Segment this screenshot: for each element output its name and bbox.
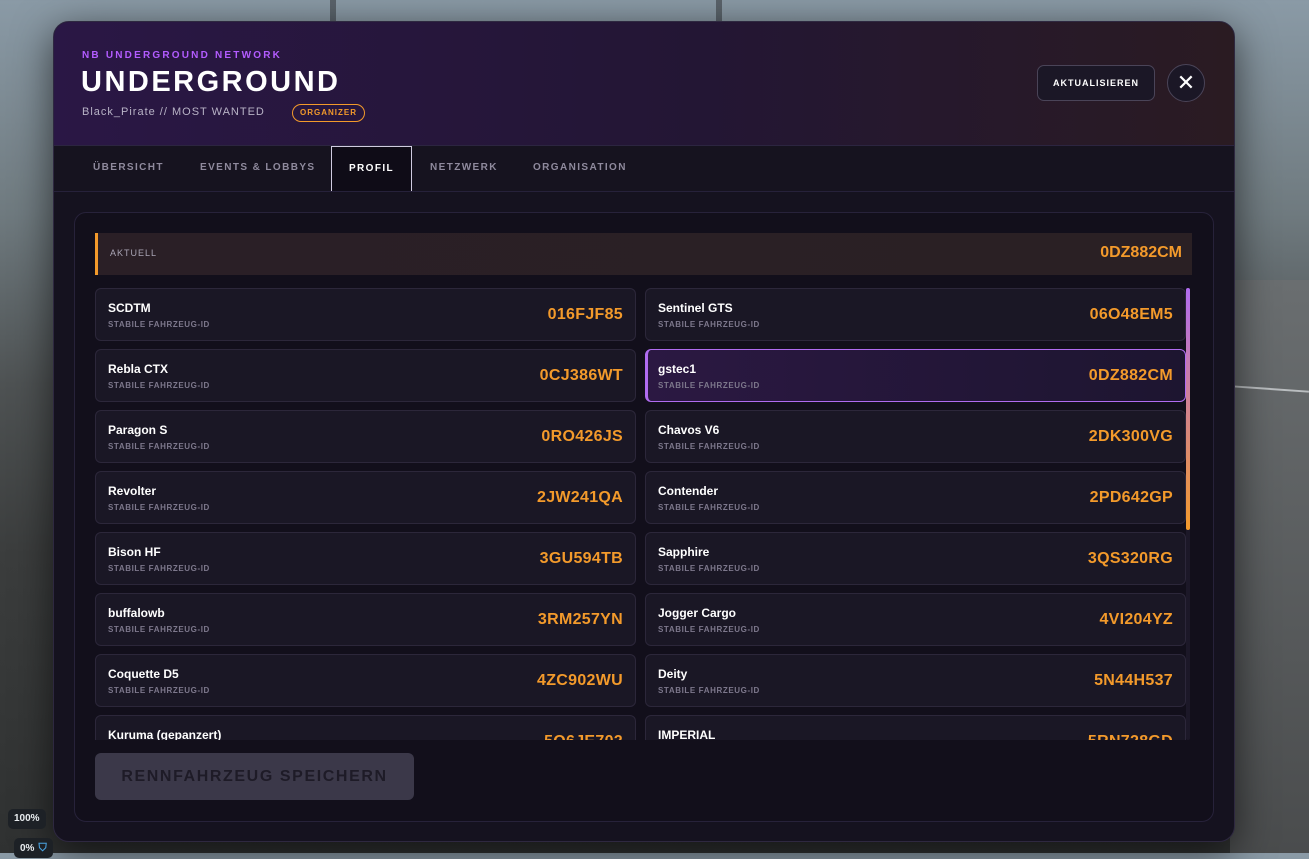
- vehicle-id-label: STABILE FAHRZEUG-ID: [108, 320, 210, 329]
- profile-content: AKTUELL 0DZ882CM SCDTM STABILE FAHRZEUG-I…: [74, 212, 1214, 822]
- hud-armor: 0% ⛉: [14, 838, 53, 858]
- vehicle-id-code: 06O48EM5: [1089, 306, 1173, 323]
- vehicle-name: Jogger Cargo: [658, 606, 737, 620]
- vehicle-id-label: STABILE FAHRZEUG-ID: [658, 381, 760, 390]
- vehicle-card[interactable]: Chavos V6 STABILE FAHRZEUG-ID 2DK300VG: [645, 410, 1186, 463]
- vehicle-name: gstec1: [658, 362, 697, 376]
- tab-uebersicht[interactable]: ÜBERSICHT: [93, 146, 164, 191]
- vehicle-id-label: STABILE FAHRZEUG-ID: [658, 320, 760, 329]
- role-badge: ORGANIZER: [292, 104, 365, 122]
- vehicle-id-code: 3GU594TB: [539, 550, 623, 567]
- vehicle-id-label: STABILE FAHRZEUG-ID: [658, 442, 760, 451]
- scrollbar-thumb[interactable]: [1186, 288, 1190, 530]
- vehicle-card[interactable]: SCDTM STABILE FAHRZEUG-ID 016FJF85: [95, 288, 636, 341]
- vehicle-card[interactable]: Bison HF STABILE FAHRZEUG-ID 3GU594TB: [95, 532, 636, 585]
- vehicle-id-label: STABILE FAHRZEUG-ID: [658, 625, 760, 634]
- vehicle-id-code: 5Q6JE702: [544, 733, 623, 740]
- shield-icon: ⛉: [38, 842, 47, 854]
- vehicle-card[interactable]: Revolter STABILE FAHRZEUG-ID 2JW241QA: [95, 471, 636, 524]
- vehicle-name: Deity: [658, 667, 688, 681]
- vehicle-card[interactable]: Deity STABILE FAHRZEUG-ID 5N44H537: [645, 654, 1186, 707]
- vehicle-name: IMPERIAL: [658, 728, 716, 740]
- vehicle-name: Contender: [658, 484, 718, 498]
- page-title: UNDERGROUND: [81, 66, 341, 98]
- vehicle-card[interactable]: Rebla CTX STABILE FAHRZEUG-ID 0CJ386WT: [95, 349, 636, 402]
- vehicle-card[interactable]: Sentinel GTS STABILE FAHRZEUG-ID 06O48EM5: [645, 288, 1186, 341]
- current-label: AKTUELL: [110, 248, 158, 258]
- vehicle-id-code: 4ZC902WU: [537, 672, 623, 689]
- tab-events-lobbys[interactable]: EVENTS & LOBBYS: [200, 146, 315, 191]
- background-road: [1230, 280, 1309, 853]
- vehicle-card[interactable]: Kuruma (gepanzert)STABILE FAHRZEUG-ID5Q6…: [95, 715, 636, 740]
- vehicle-id-code: 016FJF85: [547, 306, 623, 323]
- vehicle-card[interactable]: gstec1 STABILE FAHRZEUG-ID 0DZ882CM: [645, 349, 1186, 402]
- vehicle-name: buffalowb: [108, 606, 165, 620]
- tab-organisation[interactable]: ORGANISATION: [533, 146, 627, 191]
- hud-health: 100%: [8, 809, 46, 829]
- vehicle-id-code: 5RN728GD: [1088, 733, 1173, 740]
- vehicle-id-label: STABILE FAHRZEUG-ID: [108, 442, 210, 451]
- network-label: NB UNDERGROUND NETWORK: [82, 50, 283, 61]
- tab-netzwerk[interactable]: NETZWERK: [430, 146, 498, 191]
- underground-panel: NB UNDERGROUND NETWORK UNDERGROUND Black…: [53, 21, 1235, 842]
- vehicle-name: Paragon S: [108, 423, 168, 437]
- vehicle-id-code: 3RM257YN: [537, 611, 623, 628]
- vehicle-id-code: 0RO426JS: [541, 428, 623, 445]
- current-vehicle-id: 0DZ882CM: [1100, 244, 1182, 261]
- close-button[interactable]: ✕: [1167, 64, 1205, 102]
- current-vehicle-bar: AKTUELL 0DZ882CM: [95, 233, 1192, 275]
- vehicle-id-label: STABILE FAHRZEUG-ID: [658, 564, 760, 573]
- vehicle-list[interactable]: SCDTM STABILE FAHRZEUG-ID 016FJF85 Sentinel…: [95, 288, 1195, 740]
- vehicle-name: Sapphire: [658, 545, 710, 559]
- vehicle-name: SCDTM: [108, 301, 151, 315]
- save-race-vehicle-button[interactable]: RENNFAHRZEUG SPEICHERN: [95, 753, 414, 800]
- vehicle-id-label: STABILE FAHRZEUG-ID: [108, 503, 210, 512]
- vehicle-card[interactable]: Jogger Cargo STABILE FAHRZEUG-ID 4VI204YZ: [645, 593, 1186, 646]
- vehicle-card[interactable]: Contender STABILE FAHRZEUG-ID 2PD642GP: [645, 471, 1186, 524]
- vehicle-id-label: STABILE FAHRZEUG-ID: [658, 686, 760, 695]
- hud-armor-value: 0%: [20, 843, 35, 854]
- tab-profil[interactable]: PROFIL: [331, 146, 412, 191]
- vehicle-name: Chavos V6: [658, 423, 720, 437]
- player-subtitle: Black_Pirate // MOST WANTED: [82, 106, 265, 118]
- vehicle-id-code: 0DZ882CM: [1088, 367, 1173, 384]
- vehicle-id-label: STABILE FAHRZEUG-ID: [108, 625, 210, 634]
- close-icon: ✕: [1176, 70, 1196, 95]
- vehicle-id-code: 0CJ386WT: [539, 367, 623, 384]
- vehicle-id-code: 4VI204YZ: [1099, 611, 1173, 628]
- vehicle-id-label: STABILE FAHRZEUG-ID: [108, 686, 210, 695]
- vehicle-id-code: 5N44H537: [1094, 672, 1173, 689]
- vehicle-id-code: 2JW241QA: [537, 489, 623, 506]
- panel-header: NB UNDERGROUND NETWORK UNDERGROUND Black…: [54, 22, 1234, 146]
- vehicle-card[interactable]: Paragon S STABILE FAHRZEUG-ID 0RO426JS: [95, 410, 636, 463]
- vehicle-id-label: STABILE FAHRZEUG-ID: [108, 564, 210, 573]
- tab-bar: ÜBERSICHT EVENTS & LOBBYS PROFIL NETZWER…: [54, 146, 1234, 192]
- vehicle-card[interactable]: IMPERIALSTABILE FAHRZEUG-ID5RN728GD: [645, 715, 1186, 740]
- scrollbar-track[interactable]: [1186, 288, 1190, 740]
- vehicle-id-label: STABILE FAHRZEUG-ID: [108, 381, 210, 390]
- vehicle-name: Coquette D5: [108, 667, 179, 681]
- refresh-button[interactable]: AKTUALISIEREN: [1037, 65, 1155, 101]
- vehicle-id-code: 3QS320RG: [1087, 550, 1173, 567]
- vehicle-name: Sentinel GTS: [658, 301, 733, 315]
- vehicle-name: Bison HF: [108, 545, 161, 559]
- vehicle-name: Kuruma (gepanzert): [108, 728, 222, 740]
- vehicle-id-code: 2DK300VG: [1088, 428, 1173, 445]
- vehicle-card[interactable]: Coquette D5 STABILE FAHRZEUG-ID 4ZC902WU: [95, 654, 636, 707]
- vehicle-name: Revolter: [108, 484, 157, 498]
- vehicle-card[interactable]: buffalowb STABILE FAHRZEUG-ID 3RM257YN: [95, 593, 636, 646]
- vehicle-id-label: STABILE FAHRZEUG-ID: [658, 503, 760, 512]
- hud-health-value: 100%: [14, 813, 40, 824]
- vehicle-card[interactable]: Sapphire STABILE FAHRZEUG-ID 3QS320RG: [645, 532, 1186, 585]
- vehicle-name: Rebla CTX: [108, 362, 169, 376]
- vehicle-id-code: 2PD642GP: [1089, 489, 1173, 506]
